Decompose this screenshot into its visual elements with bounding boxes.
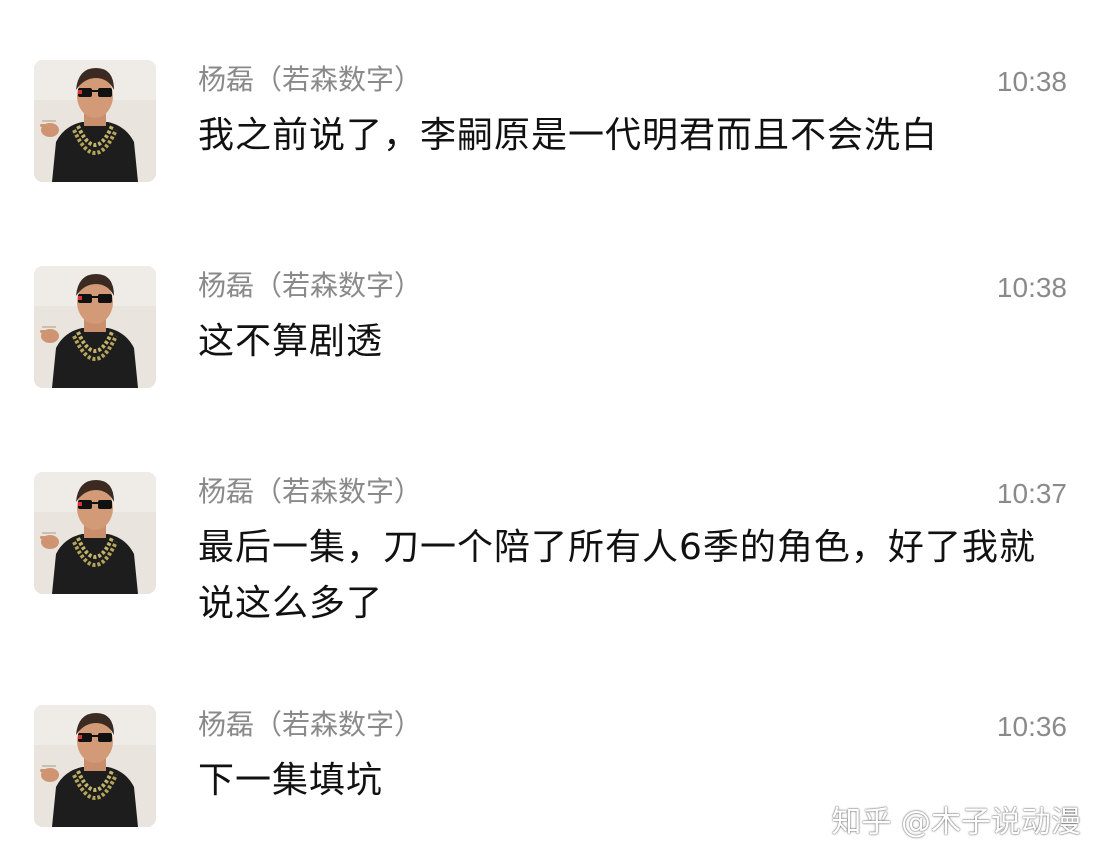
avatar[interactable] <box>34 266 156 388</box>
message-text: 最后一集，刀一个陪了所有人6季的角色，好了我就说这么多了 <box>198 527 1036 624</box>
avatar-image <box>34 705 156 827</box>
avatar[interactable] <box>34 472 156 594</box>
avatar[interactable] <box>34 705 156 827</box>
message-text: 这不算剧透 <box>198 321 384 362</box>
message-text: 我之前说了，李嗣原是一代明君而且不会洗白 <box>198 115 939 156</box>
timestamp: 10:38 <box>996 272 1067 303</box>
timestamp: 10:38 <box>996 66 1067 97</box>
avatar-image <box>34 266 156 388</box>
sender-name[interactable]: 杨磊（若森数字） <box>198 268 422 304</box>
timestamp: 10:36 <box>996 711 1067 742</box>
watermark: 知乎 @木子说动漫 <box>831 805 1081 840</box>
sender-name[interactable]: 杨磊（若森数字） <box>198 707 422 743</box>
sender-name[interactable]: 杨磊（若森数字） <box>198 474 422 510</box>
timestamp: 10:37 <box>996 478 1067 509</box>
avatar[interactable] <box>34 60 156 182</box>
chat-message-list: 杨磊（若森数字） 10:38 我之前说了，李嗣原是一代明君而且不会洗白 杨磊（若… <box>0 0 1111 867</box>
avatar-image <box>34 60 156 182</box>
sender-name[interactable]: 杨磊（若森数字） <box>198 62 422 98</box>
avatar-image <box>34 472 156 594</box>
